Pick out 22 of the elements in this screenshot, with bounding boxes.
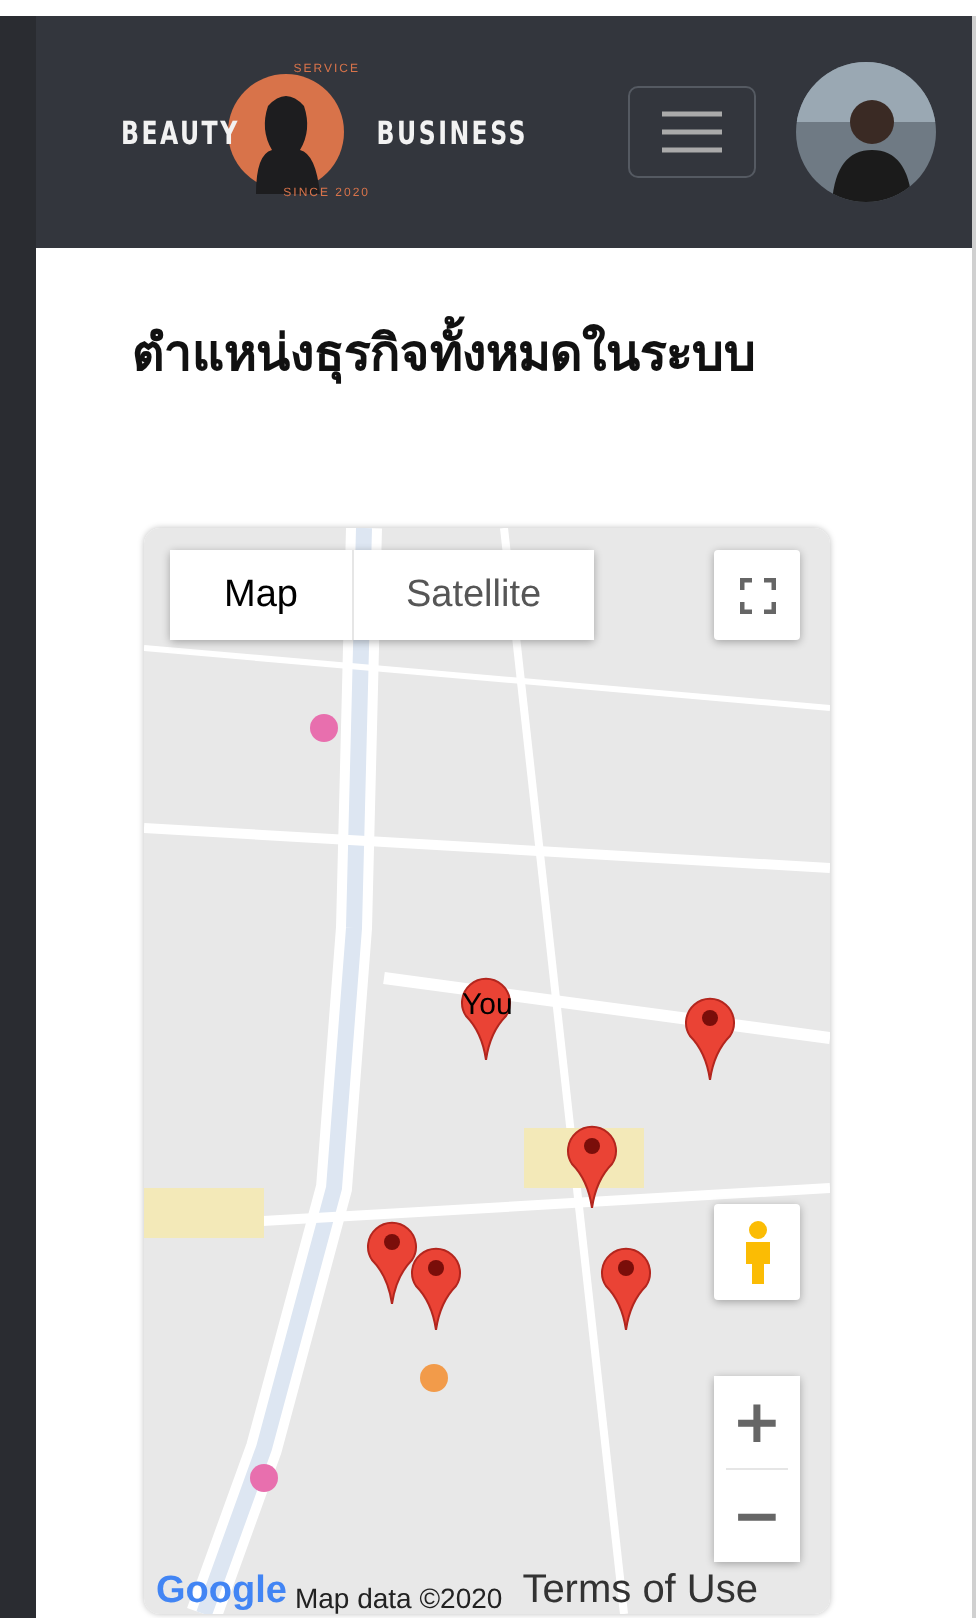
logo-text: BUSINESS	[377, 113, 529, 151]
fullscreen-button[interactable]	[714, 550, 800, 640]
zoom-out-button[interactable]: −	[714, 1470, 800, 1562]
page-title: ตำแหน่งธุรกิจทั้งหมดในระบบ	[132, 312, 972, 392]
fullscreen-icon	[739, 577, 775, 613]
zoom-in-button[interactable]: +	[714, 1376, 800, 1468]
map-type-tab[interactable]: Map	[170, 550, 354, 640]
person-icon	[741, 1220, 773, 1284]
map-marker-icon[interactable]	[460, 972, 512, 1060]
terms-link[interactable]: Terms of Use	[522, 1568, 758, 1614]
map-data-text: Map data ©2020	[294, 1582, 503, 1614]
map-marker-icon[interactable]	[600, 1242, 652, 1330]
map-marker-icon[interactable]	[684, 992, 736, 1080]
menu-button[interactable]	[628, 86, 756, 178]
map[interactable]: Map Satellite You + − Google Map data ©2020 Terms of Use	[144, 528, 830, 1614]
map-marker-icon[interactable]	[566, 1120, 618, 1208]
map-type-tab[interactable]: Satellite	[353, 550, 594, 640]
map-marker-icon[interactable]	[366, 1216, 418, 1304]
marker-label: You	[462, 988, 513, 1022]
menu-icon	[662, 110, 722, 154]
map-provider-logo: Google	[156, 1570, 287, 1614]
map-marker-icon[interactable]	[410, 1242, 462, 1330]
